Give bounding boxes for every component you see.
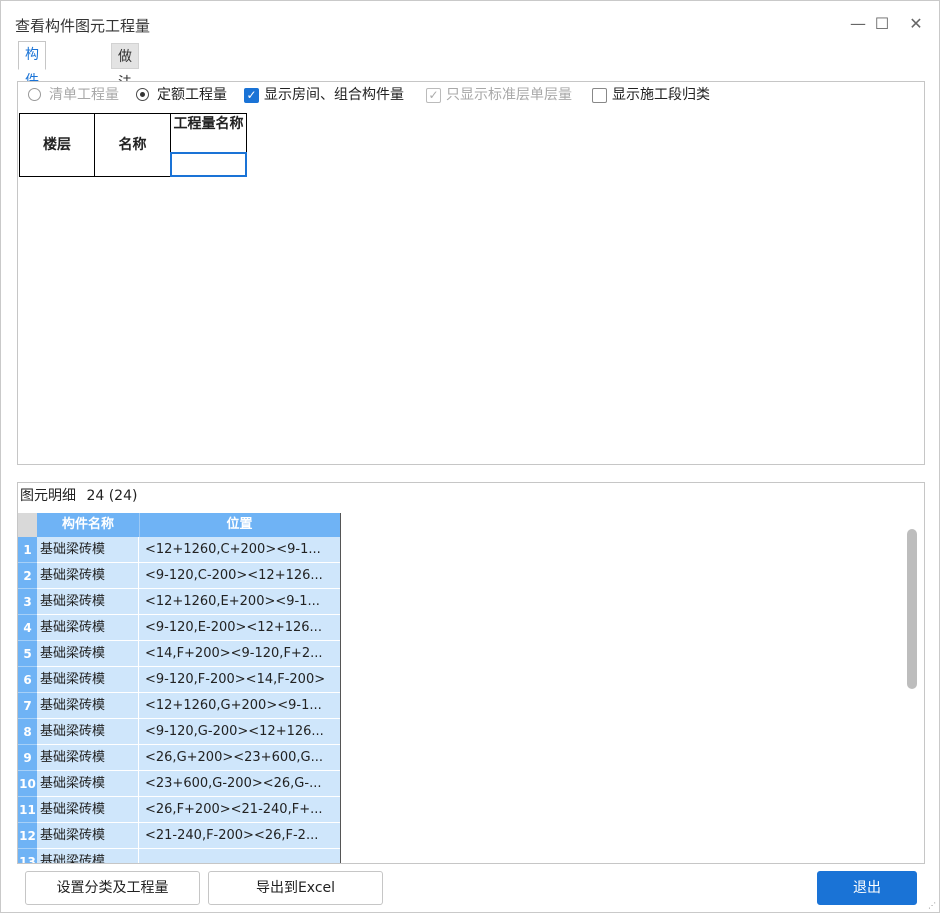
row-number[interactable]: 11 (18, 797, 37, 823)
grid-header-component-name[interactable]: 构件名称 (37, 513, 140, 537)
cell-position[interactable]: <26,F+200><21-240,F+... (139, 797, 340, 823)
checkbox-std-floor[interactable]: ✓ (426, 88, 441, 103)
cell-component-name[interactable]: 基础梁砖模 (37, 719, 139, 745)
tab-component-qty[interactable]: 构件工程量 (18, 41, 46, 167)
table-row[interactable]: 6 基础梁砖模 <9-120,F-200><14,F-200> (18, 667, 340, 693)
cell-component-name[interactable]: 基础梁砖模 (37, 797, 139, 823)
row-number[interactable]: 6 (18, 667, 37, 693)
cell-component-name[interactable]: 基础梁砖模 (37, 589, 139, 615)
cell-position[interactable]: <21-240,F-200><26,F-2... (139, 823, 340, 849)
cell-component-name[interactable]: 基础梁砖模 (37, 823, 139, 849)
qty-header-name: 名称 (94, 113, 171, 177)
cell-position[interactable]: <9-120,F-200><14,F-200> (139, 667, 340, 693)
table-row[interactable]: 5 基础梁砖模 <14,F+200><9-120,F+2... (18, 641, 340, 667)
row-number[interactable]: 9 (18, 745, 37, 771)
option-show-stage-label: 显示施工段归类 (612, 87, 710, 103)
cell-position[interactable]: <12+1260,G+200><9-1... (139, 693, 340, 719)
row-number[interactable]: 7 (18, 693, 37, 719)
dialog-window: 查看构件图元工程量 — ☐ ✕ 构件工程量 做法工程量 清单工程量 定额工程量 … (0, 0, 940, 913)
option-quota-qty-label: 定额工程量 (157, 87, 227, 103)
row-number[interactable]: 2 (18, 563, 37, 589)
table-row[interactable]: 2 基础梁砖模 <9-120,C-200><12+126... (18, 563, 340, 589)
row-number[interactable]: 3 (18, 589, 37, 615)
radio-list-qty[interactable] (28, 88, 41, 101)
option-std-floor-label: 只显示标准层单层量 (446, 87, 572, 103)
radio-quota-qty[interactable] (136, 88, 149, 101)
close-icon[interactable]: ✕ (905, 13, 927, 35)
option-show-room-label: 显示房间、组合构件量 (264, 87, 404, 103)
option-list-qty-label: 清单工程量 (49, 87, 119, 103)
detail-grid: 构件名称 位置 1 基础梁砖模 <12+1260,C+200><9-1... 2 基础梁… (18, 513, 341, 863)
cell-component-name[interactable]: 基础梁砖模 (37, 537, 139, 563)
maximize-icon[interactable]: ☐ (871, 13, 893, 35)
vertical-scrollbar[interactable] (907, 529, 917, 689)
table-row[interactable]: 13 基础梁砖模 (18, 849, 340, 863)
grid-corner[interactable] (18, 513, 37, 537)
row-number[interactable]: 4 (18, 615, 37, 641)
table-row[interactable]: 7 基础梁砖模 <12+1260,G+200><9-1... (18, 693, 340, 719)
detail-panel: 图元明细 24 (24) 构件名称 位置 1 基础梁砖模 <12+1260,C+20… (17, 482, 925, 864)
row-number[interactable]: 10 (18, 771, 37, 797)
table-row[interactable]: 3 基础梁砖模 <12+1260,E+200><9-1... (18, 589, 340, 615)
detail-title: 图元明细 24 (24) (20, 485, 137, 505)
checkbox-show-room[interactable]: ✓ (244, 88, 259, 103)
table-row[interactable]: 8 基础梁砖模 <9-120,G-200><12+126... (18, 719, 340, 745)
table-row[interactable]: 11 基础梁砖模 <26,F+200><21-240,F+... (18, 797, 340, 823)
row-number[interactable]: 1 (18, 537, 37, 563)
row-number[interactable]: 5 (18, 641, 37, 667)
cell-position[interactable]: <12+1260,E+200><9-1... (139, 589, 340, 615)
qty-header-qty-name: 工程量名称 (170, 113, 247, 153)
cell-component-name[interactable]: 基础梁砖模 (37, 745, 139, 771)
detail-count: 24 (24) (86, 488, 138, 504)
tab-method-qty[interactable]: 做法工程量 (111, 43, 139, 169)
cell-component-name[interactable]: 基础梁砖模 (37, 849, 139, 863)
cell-position[interactable] (139, 849, 340, 863)
cell-component-name[interactable]: 基础梁砖模 (37, 615, 139, 641)
export-excel-button[interactable]: 导出到Excel (208, 871, 383, 905)
cell-position[interactable]: <9-120,G-200><12+126... (139, 719, 340, 745)
cell-component-name[interactable]: 基础梁砖模 (37, 563, 139, 589)
cell-component-name[interactable]: 基础梁砖模 (37, 771, 139, 797)
row-number[interactable]: 13 (18, 849, 37, 863)
exit-button[interactable]: 退出 (817, 871, 917, 905)
quantity-panel: 清单工程量 定额工程量 ✓ 显示房间、组合构件量 ✓ 只显示标准层单层量 显示施… (17, 81, 925, 465)
table-row[interactable]: 4 基础梁砖模 <9-120,E-200><12+126... (18, 615, 340, 641)
window-title: 查看构件图元工程量 (15, 17, 151, 35)
set-category-button[interactable]: 设置分类及工程量 (25, 871, 200, 905)
minimize-icon[interactable]: — (847, 13, 869, 35)
detail-label: 图元明细 (20, 488, 76, 504)
resize-grip-icon[interactable]: ⋰ (928, 901, 936, 910)
grid-header-position[interactable]: 位置 (139, 513, 340, 537)
cell-position[interactable]: <9-120,E-200><12+126... (139, 615, 340, 641)
checkbox-show-stage[interactable] (592, 88, 607, 103)
qty-header-floor: 楼层 (19, 113, 95, 177)
table-row[interactable]: 10 基础梁砖模 <23+600,G-200><26,G-... (18, 771, 340, 797)
cell-position[interactable]: <26,G+200><23+600,G... (139, 745, 340, 771)
cell-position[interactable]: <9-120,C-200><12+126... (139, 563, 340, 589)
cell-component-name[interactable]: 基础梁砖模 (37, 667, 139, 693)
row-number[interactable]: 12 (18, 823, 37, 849)
table-row[interactable]: 9 基础梁砖模 <26,G+200><23+600,G... (18, 745, 340, 771)
table-row[interactable]: 1 基础梁砖模 <12+1260,C+200><9-1... (18, 537, 340, 563)
cell-component-name[interactable]: 基础梁砖模 (37, 693, 139, 719)
row-number[interactable]: 8 (18, 719, 37, 745)
cell-position[interactable]: <23+600,G-200><26,G-... (139, 771, 340, 797)
cell-position[interactable]: <12+1260,C+200><9-1... (139, 537, 340, 563)
qty-input-cell[interactable] (170, 152, 247, 177)
cell-component-name[interactable]: 基础梁砖模 (37, 641, 139, 667)
table-row[interactable]: 12 基础梁砖模 <21-240,F-200><26,F-2... (18, 823, 340, 849)
grid-header: 构件名称 位置 (18, 513, 340, 537)
cell-position[interactable]: <14,F+200><9-120,F+2... (139, 641, 340, 667)
